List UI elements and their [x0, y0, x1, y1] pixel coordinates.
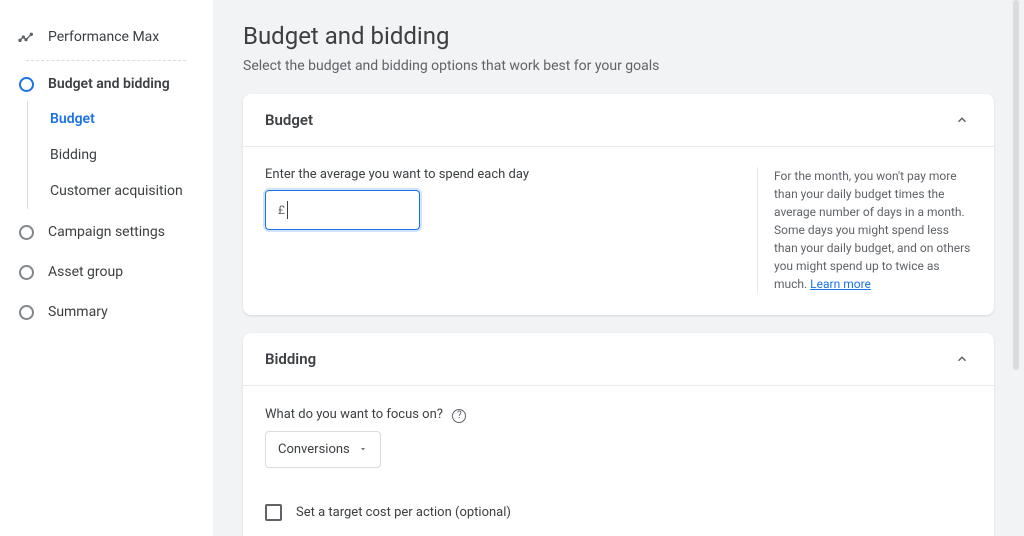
sidebar-item-label: Asset group: [48, 264, 123, 280]
page-title: Budget and bidding: [243, 22, 994, 50]
sidebar-item-performance-max[interactable]: Performance Max: [18, 20, 212, 54]
trend-icon: [18, 29, 34, 45]
currency-symbol: £: [278, 203, 285, 217]
step-pending-icon: [18, 304, 34, 320]
sidebar-item-label: Budget and bidding: [48, 76, 170, 92]
checkbox-label: Set a target cost per action (optional): [296, 505, 511, 520]
help-icon[interactable]: ?: [452, 409, 466, 423]
budget-card-body: Enter the average you want to spend each…: [243, 147, 994, 315]
sidebar-item-label: Customer acquisition: [50, 183, 183, 199]
budget-card: Budget Enter the average you want to spe…: [243, 94, 994, 315]
sidebar-subitem-customer-acquisition[interactable]: Customer acquisition: [50, 173, 212, 209]
card-title: Budget: [265, 111, 313, 129]
sidebar-item-label: Summary: [48, 304, 108, 320]
sidebar-item-summary[interactable]: Summary: [18, 295, 212, 329]
text-cursor: [287, 201, 288, 219]
focus-field-group: What do you want to focus on? ? Conversi…: [265, 406, 972, 468]
checkbox-icon: [265, 504, 282, 521]
dropdown-value: Conversions: [278, 442, 350, 457]
bidding-card-header[interactable]: Bidding: [243, 333, 994, 386]
main-content: Budget and bidding Select the budget and…: [213, 0, 1024, 536]
focus-field-label: What do you want to focus on?: [265, 407, 443, 422]
sidebar-item-label: Bidding: [50, 147, 97, 163]
sidebar-subitem-bidding[interactable]: Bidding: [50, 137, 212, 173]
card-title: Bidding: [265, 350, 316, 368]
budget-field-label: Enter the average you want to spend each…: [265, 167, 737, 182]
sidebar-nav: Performance Max Budget and bidding Budge…: [0, 0, 213, 536]
step-pending-icon: [18, 264, 34, 280]
sub-nav: Budget Bidding Customer acquisition: [27, 101, 212, 209]
learn-more-link[interactable]: Learn more: [810, 277, 871, 291]
step-active-icon: [18, 76, 34, 92]
chevron-up-icon[interactable]: [952, 110, 972, 130]
budget-help-text: For the month, you won't pay more than y…: [774, 169, 970, 291]
page-subtitle: Select the budget and bidding options th…: [243, 58, 994, 74]
step-pending-icon: [18, 224, 34, 240]
sidebar-item-label: Performance Max: [48, 29, 159, 45]
caret-down-icon: [358, 444, 368, 454]
sidebar-item-budget-bidding[interactable]: Budget and bidding: [18, 67, 212, 101]
focus-dropdown[interactable]: Conversions: [265, 431, 381, 468]
budget-card-header[interactable]: Budget: [243, 94, 994, 147]
sidebar-item-label: Budget: [50, 111, 95, 127]
budget-field-group: Enter the average you want to spend each…: [265, 167, 737, 293]
target-cpa-checkbox[interactable]: Set a target cost per action (optional): [265, 504, 972, 521]
chevron-up-icon[interactable]: [952, 349, 972, 369]
budget-input[interactable]: £: [265, 190, 420, 230]
sidebar-item-campaign-settings[interactable]: Campaign settings: [18, 215, 212, 249]
sidebar-item-asset-group[interactable]: Asset group: [18, 255, 212, 289]
bidding-card: Bidding What do you want to focus on? ? …: [243, 333, 994, 536]
sidebar-item-label: Campaign settings: [48, 224, 165, 240]
divider: [26, 60, 186, 61]
budget-help-panel: For the month, you won't pay more than y…: [757, 167, 972, 293]
bidding-card-body: What do you want to focus on? ? Conversi…: [243, 386, 994, 536]
sidebar-subitem-budget[interactable]: Budget: [50, 101, 212, 137]
